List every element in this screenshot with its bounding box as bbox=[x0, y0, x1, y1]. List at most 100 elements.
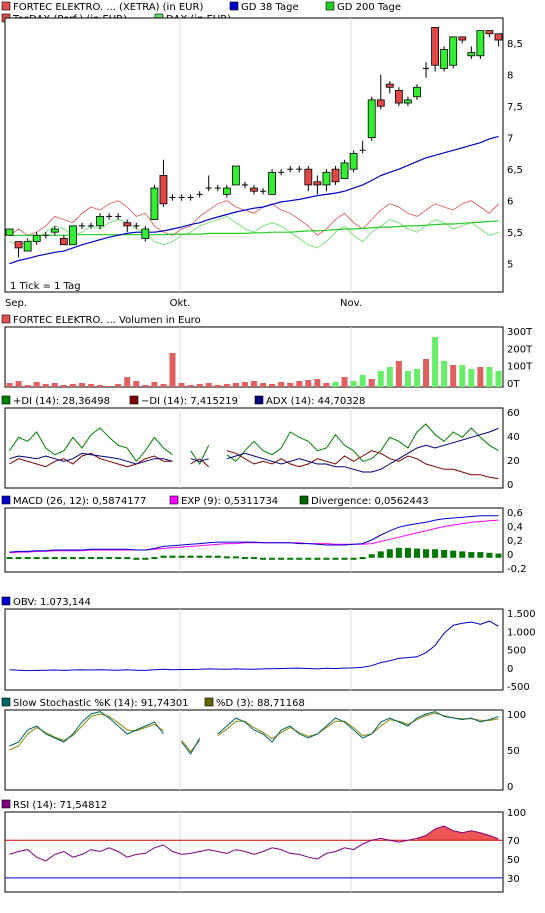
stock-chart: FORTEC ELEKTRO. ... (XETRA) (in EUR) GD 3… bbox=[1, 1, 536, 893]
legend-label-5-0: Slow Stochastic %K (14): 91,74301 bbox=[13, 698, 189, 709]
x-label-1: Okt. bbox=[170, 298, 191, 309]
volume-bar bbox=[404, 371, 411, 387]
legend-swatch-0-2 bbox=[325, 1, 335, 11]
divergence-bar bbox=[368, 554, 375, 558]
volume-bar bbox=[241, 382, 248, 387]
volume-bar bbox=[395, 361, 402, 387]
panel-frame-2 bbox=[4, 407, 504, 489]
divergence-bar bbox=[97, 557, 104, 560]
divergence-bar bbox=[314, 557, 321, 560]
divergence-bar bbox=[323, 557, 330, 560]
divergence-bar bbox=[78, 557, 85, 560]
divergence-bar bbox=[142, 557, 149, 560]
x-label-2: Nov. bbox=[340, 298, 362, 309]
legend-swatch-2-1 bbox=[129, 395, 139, 405]
y-tick-4-1: 1.000 bbox=[507, 627, 536, 638]
divergence-bar bbox=[423, 549, 430, 558]
divergence-bar bbox=[106, 557, 113, 560]
legend-label-4-0: OBV: 1.073,144 bbox=[13, 597, 91, 608]
candle-body bbox=[340, 162, 349, 180]
divergence-bar bbox=[341, 557, 348, 560]
volume-bar bbox=[97, 385, 104, 387]
candle-body bbox=[349, 153, 358, 170]
divergence-bar bbox=[60, 557, 67, 560]
y-tick-rsi-2: 50 bbox=[507, 855, 520, 866]
divergence-bar bbox=[359, 557, 366, 560]
volume-bar bbox=[278, 382, 285, 387]
volume-bar bbox=[323, 383, 330, 387]
candle-body bbox=[96, 216, 104, 227]
divergence-bar bbox=[350, 557, 357, 560]
y-tick-price-3: 7 bbox=[507, 134, 513, 145]
y-tick-4-3: 0 bbox=[507, 664, 513, 675]
divergence-bar bbox=[305, 557, 312, 560]
candle-body bbox=[32, 234, 41, 243]
candle-body bbox=[50, 228, 59, 233]
divergence-bar bbox=[296, 557, 303, 560]
x-label-0: Sep. bbox=[5, 298, 27, 309]
candle-body bbox=[449, 36, 458, 66]
volume-bar bbox=[33, 382, 40, 387]
legend-label-2-1: −DI (14): 7,415219 bbox=[141, 396, 238, 407]
divergence-bar bbox=[468, 552, 475, 558]
candle-body bbox=[413, 86, 421, 98]
y-tick-price-0: 8,5 bbox=[507, 39, 523, 50]
panel-frame-3 bbox=[4, 507, 504, 573]
divergence-bar bbox=[251, 557, 257, 560]
divergence-bar bbox=[178, 555, 185, 558]
divergence-bar bbox=[42, 557, 49, 560]
candle-body bbox=[222, 187, 231, 195]
volume-bar bbox=[477, 367, 484, 387]
volume-bar bbox=[495, 371, 502, 387]
tick-note: 1 Tick = 1 Tag bbox=[10, 281, 81, 292]
volume-bar bbox=[214, 385, 221, 387]
volume-bar bbox=[142, 385, 149, 387]
panel-frame-5 bbox=[4, 709, 504, 791]
volume-bar bbox=[314, 379, 321, 387]
volume-bar bbox=[115, 384, 122, 387]
legend-swatch-5-0 bbox=[1, 697, 11, 707]
candle-body bbox=[331, 168, 340, 183]
volume-bar bbox=[260, 383, 267, 387]
volume-bar bbox=[232, 383, 239, 387]
legend-swatch-1-0 bbox=[1, 314, 11, 324]
volume-bar bbox=[51, 383, 58, 387]
volume-bar bbox=[42, 384, 49, 387]
candle-body bbox=[5, 228, 14, 236]
candle-body bbox=[440, 49, 449, 69]
candle-body bbox=[250, 187, 258, 192]
legend-label-2-0: +DI (14): 28,36498 bbox=[13, 396, 110, 407]
legend-label-1-0: FORTEC ELEKTRO. ... Volumen in Euro bbox=[13, 315, 201, 326]
candle-body bbox=[385, 83, 394, 88]
candle-body bbox=[404, 99, 412, 104]
volume-bar bbox=[187, 385, 194, 387]
y-tick-1-1: 200T bbox=[507, 344, 533, 355]
candle-body bbox=[394, 90, 403, 104]
legend-label-3-2: Divergence: 0,0562443 bbox=[311, 496, 429, 507]
divergence-bar bbox=[486, 552, 493, 558]
divergence-bar bbox=[69, 557, 76, 560]
candle-body bbox=[69, 225, 77, 246]
divergence-bar bbox=[160, 555, 167, 558]
candle-body bbox=[431, 27, 439, 66]
candle-body bbox=[494, 33, 503, 41]
volume-bar bbox=[205, 383, 212, 387]
y-tick-3-2: 0,2 bbox=[507, 536, 523, 547]
candle-body bbox=[23, 241, 32, 252]
divergence-bar bbox=[232, 556, 239, 559]
candle-body bbox=[231, 165, 240, 186]
volume-bar bbox=[223, 384, 230, 387]
legend-swatch-3-1 bbox=[169, 495, 179, 505]
volume-bar bbox=[350, 381, 357, 387]
legend-swatch-5-1 bbox=[204, 697, 214, 707]
legend-label-0-2: GD 200 Tage bbox=[337, 2, 401, 13]
y-tick-2-0: 60 bbox=[507, 408, 520, 419]
volume-bar bbox=[124, 377, 131, 387]
candle-body bbox=[268, 171, 277, 195]
divergence-bar bbox=[269, 557, 276, 560]
y-tick-rsi-0: 100 bbox=[507, 808, 526, 819]
legend-swatch-4-0 bbox=[1, 596, 11, 606]
divergence-bar bbox=[51, 557, 58, 560]
divergence-bar bbox=[6, 557, 13, 560]
legend-label-3-1: EXP (9): 0,5311734 bbox=[181, 496, 278, 507]
